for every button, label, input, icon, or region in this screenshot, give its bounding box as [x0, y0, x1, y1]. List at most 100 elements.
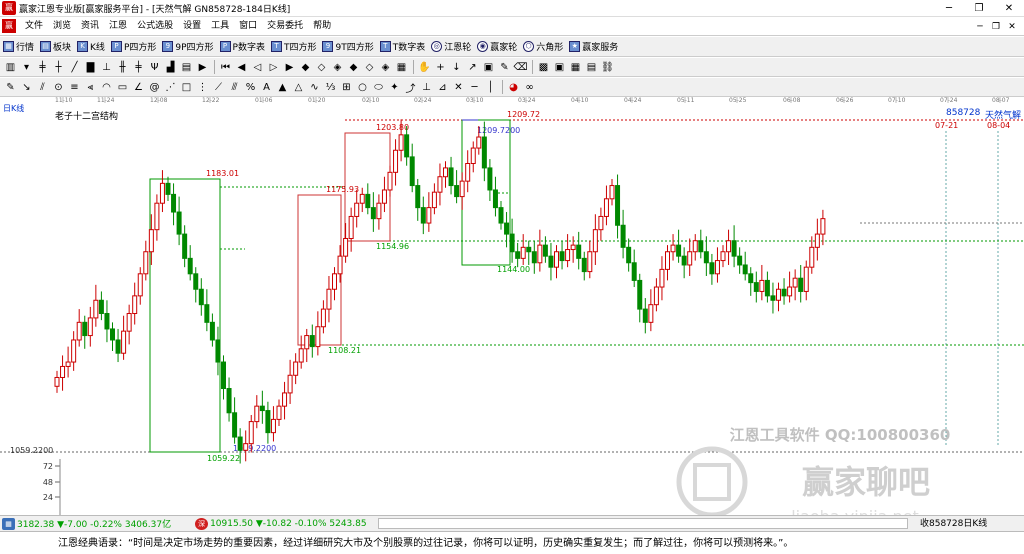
- menu-formula[interactable]: 公式选股: [132, 17, 178, 36]
- close-button[interactable]: ✕: [994, 0, 1024, 17]
- color-icon[interactable]: ◕: [506, 80, 521, 95]
- spiral-icon[interactable]: @: [147, 80, 162, 95]
- layout-icon[interactable]: ▥: [3, 60, 18, 75]
- t-table-button[interactable]: T T数字表: [379, 40, 425, 53]
- triangle-icon[interactable]: △: [291, 80, 306, 95]
- stack-icon[interactable]: ▤: [179, 60, 194, 75]
- chart-area[interactable]: 11-10 11-24 12-08 12-22 01-06 01-20 02-10 02-24…: [0, 97, 1024, 515]
- fib-icon[interactable]: ≡: [67, 80, 82, 95]
- menu-tools[interactable]: 工具: [206, 17, 234, 36]
- gann-wheel-button[interactable]: ◎ 江恩轮: [431, 40, 471, 53]
- square-icon[interactable]: □: [179, 80, 194, 95]
- axis-icon[interactable]: ⊥: [99, 60, 114, 75]
- prev-page-icon[interactable]: ◀: [234, 60, 249, 75]
- link-icon[interactable]: ⛓: [600, 60, 615, 75]
- pen-icon[interactable]: ✎: [3, 80, 18, 95]
- parallel-icon[interactable]: ⫽: [35, 80, 50, 95]
- t-square-button[interactable]: T T四方形: [270, 40, 316, 53]
- next-page-icon[interactable]: ▶: [282, 60, 297, 75]
- percent-icon[interactable]: %: [243, 80, 258, 95]
- 9p-square-button[interactable]: 9 9P四方形: [162, 40, 214, 53]
- diamond-left-icon[interactable]: ◇: [362, 60, 377, 75]
- table-icon[interactable]: ▦: [568, 60, 583, 75]
- eraser-icon[interactable]: ⌫: [513, 60, 528, 75]
- marker-icon[interactable]: ▲: [275, 80, 290, 95]
- hline-icon[interactable]: ─: [467, 80, 482, 95]
- channel-icon[interactable]: ⫻: [227, 80, 242, 95]
- mdi-minimize-button[interactable]: ─: [972, 22, 988, 32]
- restore-button[interactable]: ❐: [964, 0, 994, 17]
- menu-browse[interactable]: 浏览: [48, 17, 76, 36]
- menu-window[interactable]: 窗口: [234, 17, 262, 36]
- tick-icon[interactable]: ╫: [115, 60, 130, 75]
- quotes-button[interactable]: ▦ 行情: [3, 40, 34, 53]
- vline-icon[interactable]: │: [483, 80, 498, 95]
- cross-line-icon[interactable]: ✕: [451, 80, 466, 95]
- wave-icon[interactable]: ∿: [307, 80, 322, 95]
- gift-icon[interactable]: ▣: [481, 60, 496, 75]
- hexagon-button[interactable]: ⬡ 六角形: [523, 40, 563, 53]
- mdi-restore-button[interactable]: ❐: [988, 22, 1004, 32]
- histogram-icon[interactable]: ▇: [83, 60, 98, 75]
- winner-wheel-button[interactable]: ◉ 赢家轮: [477, 40, 517, 53]
- paint-icon[interactable]: ✎: [497, 60, 512, 75]
- arc-icon[interactable]: ◠: [99, 80, 114, 95]
- arrow-icon[interactable]: ↓: [449, 60, 464, 75]
- p-square-button[interactable]: P P四方形: [110, 40, 156, 53]
- dropdown-icon[interactable]: ▾: [19, 60, 34, 75]
- line-chart-icon[interactable]: ╱: [67, 60, 82, 75]
- sectors-button[interactable]: ▤ 板块: [40, 40, 71, 53]
- star-icon[interactable]: ✦: [387, 80, 402, 95]
- cycle-icon[interactable]: ⊙: [51, 80, 66, 95]
- price-chart-canvas[interactable]: 07-21 08-04 1203.80 1209.72 1209.7200 1183.01…: [0, 97, 1024, 515]
- first-icon[interactable]: ⏮: [218, 60, 233, 75]
- mdi-close-button[interactable]: ✕: [1004, 22, 1020, 32]
- bar-icon[interactable]: ┼: [51, 60, 66, 75]
- volume-icon[interactable]: ▟: [163, 60, 178, 75]
- fork-icon[interactable]: Ψ: [147, 60, 162, 75]
- gann-fan-icon[interactable]: ⋰: [163, 80, 178, 95]
- trend-icon[interactable]: ⤴: [403, 80, 418, 95]
- projection-icon[interactable]: ⊿: [435, 80, 450, 95]
- service-button[interactable]: ★ 赢家服务: [569, 40, 618, 53]
- menu-settings[interactable]: 设置: [178, 17, 206, 36]
- save-icon[interactable]: ▣: [552, 60, 567, 75]
- fan-icon[interactable]: ⫷: [83, 80, 98, 95]
- next-icon[interactable]: ▷: [266, 60, 281, 75]
- calculator-icon[interactable]: ▤: [584, 60, 599, 75]
- speed-line-icon[interactable]: ⟋: [211, 80, 226, 95]
- candle-icon[interactable]: ╪: [35, 60, 50, 75]
- gann-box-icon[interactable]: ⊞: [339, 80, 354, 95]
- zoom-in-icon[interactable]: ◆: [298, 60, 313, 75]
- diamond-right-icon[interactable]: ◈: [378, 60, 393, 75]
- diamond-up-icon[interactable]: ◈: [330, 60, 345, 75]
- text-icon[interactable]: A: [259, 80, 274, 95]
- menu-info[interactable]: 资讯: [76, 17, 104, 36]
- prev-icon[interactable]: ◁: [250, 60, 265, 75]
- menu-gann[interactable]: 江恩: [104, 17, 132, 36]
- menu-help[interactable]: 帮助: [308, 17, 336, 36]
- kline-button[interactable]: K K线: [77, 40, 105, 53]
- 9t-square-button[interactable]: 9 9T四方形: [322, 40, 374, 53]
- menu-file[interactable]: 文件: [20, 17, 48, 36]
- minimize-button[interactable]: ─: [934, 0, 964, 17]
- ray-icon[interactable]: ↘: [19, 80, 34, 95]
- angle-icon[interactable]: ∠: [131, 80, 146, 95]
- flag-icon[interactable]: ▶: [195, 60, 210, 75]
- ratio-icon[interactable]: ⅓: [323, 80, 338, 95]
- diamond-down-icon[interactable]: ◆: [346, 60, 361, 75]
- menu-trade[interactable]: 交易委托: [262, 17, 308, 36]
- time-zone-icon[interactable]: ⋮: [195, 80, 210, 95]
- grid-toggle-icon[interactable]: ▦: [394, 60, 409, 75]
- measure-icon[interactable]: ⊥: [419, 80, 434, 95]
- menu-logo-icon[interactable]: 赢: [2, 19, 16, 33]
- line-tool-icon[interactable]: ↗: [465, 60, 480, 75]
- ellipse-icon[interactable]: ⬭: [371, 80, 386, 95]
- p-table-button[interactable]: P P数字表: [219, 40, 265, 53]
- horizontal-scrollbar[interactable]: [378, 518, 908, 529]
- zoom-out-icon[interactable]: ◇: [314, 60, 329, 75]
- ohlc-icon[interactable]: ╪: [131, 60, 146, 75]
- box-icon[interactable]: ▭: [115, 80, 130, 95]
- infinity-icon[interactable]: ∞: [522, 80, 537, 95]
- hand-icon[interactable]: ✋: [417, 60, 432, 75]
